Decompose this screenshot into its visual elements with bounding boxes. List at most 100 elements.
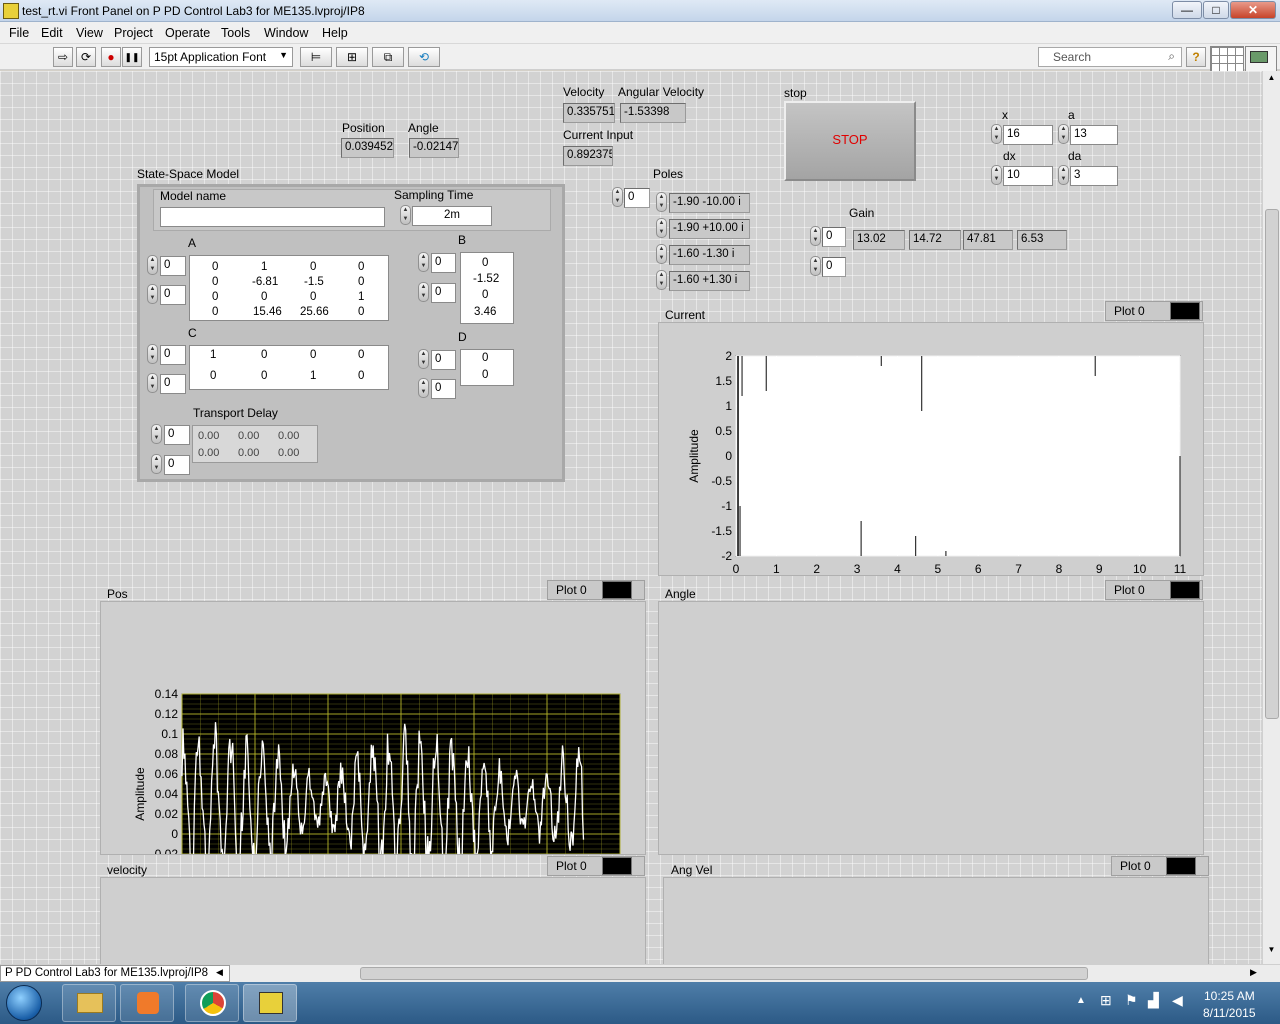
gain-row-index[interactable]: 0 bbox=[822, 227, 846, 247]
b-row-spinner-icon[interactable]: ▲ ▼ bbox=[418, 252, 429, 272]
c-matrix-cell[interactable]: 0 bbox=[358, 349, 364, 361]
b-matrix-cell[interactable]: -1.52 bbox=[473, 273, 499, 285]
run-continuously-icon[interactable]: ⟳ bbox=[76, 47, 96, 67]
menu-edit[interactable]: Edit bbox=[41, 26, 63, 40]
ang-vel-plot-legend[interactable]: Plot 0 bbox=[1111, 856, 1209, 876]
a-matrix-cell[interactable]: 0 bbox=[310, 261, 316, 273]
td-cell[interactable]: 0.00 bbox=[238, 447, 259, 459]
a-input[interactable]: 13 bbox=[1070, 125, 1118, 145]
pos-plot-legend[interactable]: Plot 0 bbox=[547, 580, 645, 600]
model-name-input[interactable] bbox=[160, 207, 385, 227]
b-matrix-cell[interactable]: 0 bbox=[482, 257, 488, 269]
scroll-left-icon[interactable]: ◀ bbox=[216, 967, 223, 978]
d-row-spinner-icon[interactable]: ▲ ▼ bbox=[418, 349, 429, 369]
a-matrix-cell[interactable]: 0 bbox=[310, 291, 316, 303]
gain-row-spinner-icon[interactable]: ▲ ▼ bbox=[810, 226, 821, 246]
menu-window[interactable]: Window bbox=[264, 26, 308, 40]
distribute-objects-icon[interactable]: ⊞ bbox=[336, 47, 368, 67]
horizontal-scroll-thumb[interactable] bbox=[360, 967, 1088, 980]
vertical-scroll-thumb[interactable] bbox=[1265, 209, 1279, 719]
abort-execution-icon[interactable]: ● bbox=[101, 47, 121, 67]
x-increment-icon[interactable]: ▲ ▼ bbox=[991, 124, 1002, 144]
minimize-button[interactable]: — bbox=[1172, 1, 1202, 19]
pole-4-spinner-icon[interactable]: ▲ ▼ bbox=[656, 270, 667, 290]
gain-col-spinner-icon[interactable]: ▲ ▼ bbox=[810, 256, 821, 276]
search-input[interactable]: Search ⌕ bbox=[1038, 47, 1182, 67]
ang-vel-chart[interactable] bbox=[665, 878, 1209, 964]
clock-date[interactable]: 8/11/2015 bbox=[1203, 1006, 1256, 1020]
menu-operate[interactable]: Operate bbox=[165, 26, 210, 40]
font-selector[interactable]: 15pt Application Font ▼ bbox=[149, 47, 293, 67]
c-matrix-cell[interactable]: 1 bbox=[210, 349, 216, 361]
td-cell[interactable]: 0.00 bbox=[278, 447, 299, 459]
pole-1-spinner-icon[interactable]: ▲ ▼ bbox=[656, 192, 667, 212]
a-matrix-cell[interactable]: 0 bbox=[358, 306, 364, 318]
menu-view[interactable]: View bbox=[76, 26, 103, 40]
b-row-index[interactable]: 0 bbox=[431, 253, 456, 273]
a-matrix[interactable]: 0 1 0 0 0 -6.81 -1.5 0 0 0 0 1 0 15.46 2… bbox=[189, 255, 389, 321]
b-matrix-cell[interactable]: 3.46 bbox=[474, 306, 496, 318]
scroll-up-icon[interactable]: ▲ bbox=[1265, 73, 1278, 87]
td-cell[interactable]: 0.00 bbox=[278, 430, 299, 442]
c-row-spinner-icon[interactable]: ▲ ▼ bbox=[147, 344, 158, 364]
b-col-index[interactable]: 0 bbox=[431, 283, 456, 303]
c-matrix-cell[interactable]: 0 bbox=[358, 370, 364, 382]
dx-increment-icon[interactable]: ▲ ▼ bbox=[991, 165, 1002, 185]
help-icon[interactable]: ? bbox=[1186, 47, 1206, 67]
sampling-time-input[interactable]: 2m bbox=[412, 206, 492, 226]
x-input[interactable]: 16 bbox=[1003, 125, 1053, 145]
clock-time[interactable]: 10:25 AM bbox=[1204, 989, 1255, 1003]
c-matrix-cell[interactable]: 1 bbox=[310, 370, 316, 382]
a-increment-icon[interactable]: ▲ ▼ bbox=[1058, 124, 1069, 144]
td-col-spinner-icon[interactable]: ▲ ▼ bbox=[151, 454, 162, 474]
menu-tools[interactable]: Tools bbox=[221, 26, 250, 40]
td-cell[interactable]: 0.00 bbox=[238, 430, 259, 442]
a-matrix-cell[interactable]: 0 bbox=[212, 276, 218, 288]
c-matrix-cell[interactable]: 0 bbox=[210, 370, 216, 382]
a-matrix-cell[interactable]: 0 bbox=[212, 306, 218, 318]
align-objects-icon[interactable]: ⊨ bbox=[300, 47, 332, 67]
a-row-spinner-icon[interactable]: ▲ ▼ bbox=[147, 255, 158, 275]
close-button[interactable]: ✕ bbox=[1230, 1, 1276, 19]
gain-col-index[interactable]: 0 bbox=[822, 257, 846, 277]
wifi-icon[interactable]: ▟ bbox=[1148, 992, 1159, 1009]
a-matrix-cell[interactable]: 1 bbox=[358, 291, 364, 303]
b-matrix-cell[interactable]: 0 bbox=[482, 289, 488, 301]
a-matrix-cell[interactable]: 0 bbox=[261, 291, 267, 303]
td-row-spinner-icon[interactable]: ▲ ▼ bbox=[151, 424, 162, 444]
menu-file[interactable]: File bbox=[9, 26, 29, 40]
run-arrow-icon[interactable]: ⇨ bbox=[53, 47, 73, 67]
a-matrix-cell[interactable]: 0 bbox=[358, 261, 364, 273]
d-row-index[interactable]: 0 bbox=[431, 350, 456, 370]
a-matrix-cell[interactable]: 15.46 bbox=[253, 306, 282, 318]
show-hidden-icons[interactable]: ▲ bbox=[1076, 995, 1086, 1006]
scroll-down-icon[interactable]: ▼ bbox=[1265, 945, 1278, 959]
a-matrix-cell[interactable]: 0 bbox=[212, 261, 218, 273]
chrome-icon[interactable] bbox=[185, 984, 239, 1022]
poles-index[interactable]: 0 bbox=[624, 188, 650, 208]
volume-icon[interactable]: ◀ bbox=[1172, 992, 1183, 1009]
da-input[interactable]: 3 bbox=[1070, 166, 1118, 186]
current-plot-legend[interactable]: Plot 0 bbox=[1105, 301, 1203, 321]
a-matrix-cell[interactable]: 1 bbox=[261, 261, 267, 273]
action-center-icon[interactable]: ⚑ bbox=[1125, 992, 1138, 1009]
a-matrix-cell[interactable]: 0 bbox=[358, 276, 364, 288]
pos-chart[interactable]: 0.140.120.10.080.060.040.020-0.02-0.04-0… bbox=[102, 602, 646, 854]
c-col-index[interactable]: 0 bbox=[160, 374, 186, 394]
dx-input[interactable]: 10 bbox=[1003, 166, 1053, 186]
da-increment-icon[interactable]: ▲ ▼ bbox=[1058, 165, 1069, 185]
b-col-spinner-icon[interactable]: ▲ ▼ bbox=[418, 282, 429, 302]
labview-taskbar-icon[interactable] bbox=[243, 984, 297, 1022]
d-matrix[interactable]: 0 0 bbox=[460, 349, 514, 386]
pause-icon[interactable]: ❚❚ bbox=[122, 47, 142, 67]
resize-objects-icon[interactable]: ⧉ bbox=[372, 47, 404, 67]
menu-help[interactable]: Help bbox=[322, 26, 348, 40]
td-cell[interactable]: 0.00 bbox=[198, 447, 219, 459]
horizontal-scrollbar[interactable]: P PD Control Lab3 for ME135.lvproj/IP8 ◀… bbox=[0, 964, 1280, 982]
menu-project[interactable]: Project bbox=[114, 26, 153, 40]
a-matrix-cell[interactable]: 0 bbox=[212, 291, 218, 303]
pole-2-spinner-icon[interactable]: ▲ ▼ bbox=[656, 218, 667, 238]
d-col-spinner-icon[interactable]: ▲ ▼ bbox=[418, 378, 429, 398]
network-icon[interactable]: ⊞ bbox=[1100, 992, 1112, 1009]
vertical-scrollbar[interactable]: ▲ ▼ bbox=[1262, 71, 1280, 964]
